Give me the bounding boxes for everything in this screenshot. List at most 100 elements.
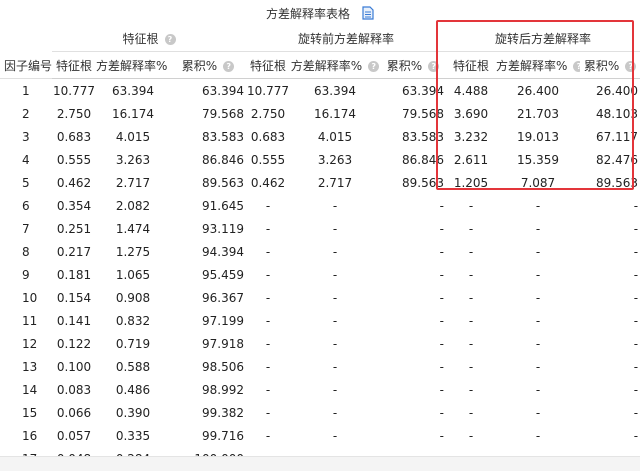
- factor-cell: 6: [22, 198, 30, 213]
- pre-eigen-cell: -: [265, 405, 271, 420]
- sub-header-variance: 方差解释率%?: [96, 51, 170, 79]
- pre-cumulative-cell: -: [439, 244, 445, 259]
- post-eigen-cell: 4.488: [453, 83, 489, 98]
- help-circle-icon[interactable]: ?: [573, 60, 581, 72]
- eigen-cell: 0.251: [56, 221, 92, 236]
- variance-cell: 0.486: [115, 382, 151, 397]
- eigen-cell: 0.066: [56, 405, 92, 420]
- post-eigen-cell: -: [468, 198, 474, 213]
- post-cumulative-cell: -: [633, 221, 639, 236]
- help-circle-icon[interactable]: ?: [164, 34, 176, 45]
- factor-header: 因子编号: [0, 26, 52, 79]
- pre-eigen-cell: 0.683: [250, 129, 286, 144]
- post-eigen-cell: -: [468, 405, 474, 420]
- table-title: 方差解释率表格: [265, 6, 350, 21]
- post-cumulative-cell: -: [633, 382, 639, 397]
- pre-cumulative-cell: -: [439, 221, 445, 236]
- table-row: 6 0.354 2.082 91.645 - - - - - -: [0, 194, 640, 217]
- pre-eigen-cell: -: [265, 244, 271, 259]
- variance-cell: 1.474: [115, 221, 151, 236]
- eigen-cell: 0.555: [56, 152, 92, 167]
- post-eigen-cell: -: [468, 336, 474, 351]
- pre-variance-cell: 16.174: [314, 106, 356, 121]
- eigen-cell: 0.141: [56, 313, 92, 328]
- post-cumulative-cell: -: [633, 359, 639, 374]
- post-eigen-cell: -: [468, 290, 474, 305]
- post-cumulative-cell: -: [633, 313, 639, 328]
- pre-variance-cell: -: [332, 405, 338, 420]
- cumulative-cell: 94.394: [202, 244, 244, 259]
- cumulative-cell: 97.199: [202, 313, 244, 328]
- post-eigen-cell: -: [468, 359, 474, 374]
- table-row: 12 0.122 0.719 97.918 - - - - - -: [0, 332, 640, 355]
- pre-cumulative-cell: -: [439, 313, 445, 328]
- post-variance-cell: 26.400: [517, 83, 560, 98]
- factor-cell: 5: [22, 175, 30, 190]
- post-eigen-cell: 3.232: [453, 129, 489, 144]
- cumulative-cell: 98.506: [202, 359, 244, 374]
- post-variance-cell: 15.359: [517, 152, 560, 167]
- pre-eigen-cell: -: [265, 336, 271, 351]
- factor-cell: 1: [22, 83, 30, 98]
- post-variance-cell: -: [535, 336, 541, 351]
- factor-cell: 4: [22, 152, 30, 167]
- factor-cell: 12: [22, 336, 38, 351]
- variance-cell: 1.065: [115, 267, 151, 282]
- document-icon[interactable]: [362, 6, 374, 20]
- factor-cell: 2: [22, 106, 30, 121]
- pre-variance-cell: -: [332, 267, 338, 282]
- pre-eigen-cell: -: [265, 359, 271, 374]
- variance-cell: 0.908: [115, 290, 151, 305]
- post-eigen-cell: -: [468, 313, 474, 328]
- eigen-cell: 0.122: [56, 336, 92, 351]
- post-cumulative-cell: -: [633, 267, 639, 282]
- post-cumulative-cell: 89.563: [596, 175, 639, 190]
- variance-cell: 63.394: [112, 83, 154, 98]
- help-circle-icon[interactable]: ?: [625, 60, 637, 72]
- eigen-cell: 0.057: [56, 428, 92, 443]
- pre-cumulative-cell: -: [439, 428, 445, 443]
- table-row: 3 0.683 4.015 83.583 0.683 4.015 83.583 3.232 19…: [0, 125, 640, 148]
- table-row: 16 0.057 0.335 99.716 - - - - - -: [0, 424, 640, 447]
- footer-strip: [0, 456, 640, 471]
- cumulative-cell: 83.583: [202, 129, 244, 144]
- eigen-cell: 0.154: [56, 290, 92, 305]
- help-circle-icon[interactable]: ?: [223, 60, 235, 72]
- post-cumulative-cell: 67.117: [596, 129, 639, 144]
- post-eigen-cell: -: [468, 382, 474, 397]
- sub-header-pre-eigen: 特征根: [246, 51, 290, 79]
- table-row: 5 0.462 2.717 89.563 0.462 2.717 89.563 1.205 7.…: [0, 171, 640, 194]
- cumulative-cell: 96.367: [202, 290, 244, 305]
- post-variance-cell: -: [535, 244, 541, 259]
- pre-variance-cell: 4.015: [317, 129, 353, 144]
- eigen-cell: 0.683: [56, 129, 92, 144]
- factor-cell: 8: [22, 244, 30, 259]
- pre-variance-cell: -: [332, 382, 338, 397]
- pre-eigen-cell: 10.777: [247, 83, 289, 98]
- pre-eigen-cell: -: [265, 267, 271, 282]
- post-variance-cell: -: [535, 267, 541, 282]
- table-row: 15 0.066 0.390 99.382 - - - - - -: [0, 401, 640, 424]
- pre-eigen-cell: -: [265, 198, 271, 213]
- post-variance-cell: 19.013: [517, 129, 560, 144]
- pre-variance-cell: -: [332, 290, 338, 305]
- eigen-cell: 0.462: [56, 175, 92, 190]
- cumulative-cell: 91.645: [202, 198, 244, 213]
- sub-header-post-cumulative: 累积%?: [580, 51, 640, 79]
- post-eigen-cell: -: [468, 428, 474, 443]
- pre-cumulative-cell: 83.583: [402, 129, 445, 144]
- pre-variance-cell: 63.394: [314, 83, 356, 98]
- variance-explained-table: 因子编号 特征根? 旋转前方差解释率 旋转后方差解释率 特征根 方差解释率%? …: [0, 26, 640, 470]
- help-circle-icon[interactable]: ?: [368, 60, 380, 72]
- table-row: 7 0.251 1.474 93.119 - - - - - -: [0, 217, 640, 240]
- sub-header-post-eigen: 特征根: [446, 51, 497, 79]
- pre-cumulative-cell: -: [439, 290, 445, 305]
- variance-cell: 16.174: [112, 106, 154, 121]
- cumulative-cell: 99.716: [202, 428, 244, 443]
- pre-cumulative-cell: -: [439, 359, 445, 374]
- help-circle-icon[interactable]: ?: [428, 60, 440, 72]
- post-variance-cell: -: [535, 221, 541, 236]
- table-body: 1 10.777 63.394 63.394 10.777 63.394 63.394 4.4…: [0, 79, 640, 471]
- post-cumulative-cell: -: [633, 405, 639, 420]
- variance-cell: 2.082: [115, 198, 151, 213]
